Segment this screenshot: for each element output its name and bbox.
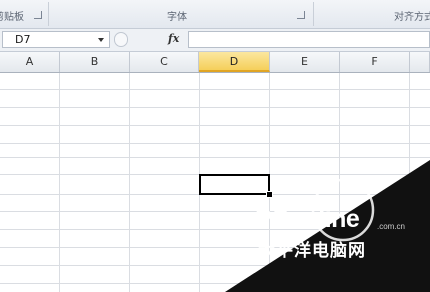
formula-bar-splitter-icon[interactable] bbox=[114, 32, 128, 47]
gridline-horizontal bbox=[0, 247, 430, 248]
ribbon-group-labels: 剪贴板 字体 对齐方式 bbox=[0, 0, 430, 29]
column-header-c[interactable]: C bbox=[130, 52, 199, 72]
gridline-horizontal bbox=[0, 143, 430, 144]
column-header-f[interactable]: F bbox=[340, 52, 410, 72]
gridline-horizontal bbox=[0, 265, 430, 266]
ribbon-group-clipboard-label: 剪贴板 bbox=[0, 12, 24, 23]
column-header-d[interactable]: D bbox=[199, 52, 270, 72]
gridline-horizontal bbox=[0, 157, 430, 158]
column-header-e[interactable]: E bbox=[270, 52, 340, 72]
insert-function-button[interactable]: fx bbox=[168, 32, 179, 45]
ribbon-group-font: 字体 bbox=[49, 0, 313, 28]
gridline-horizontal bbox=[0, 89, 430, 90]
column-header-g[interactable]: G bbox=[410, 52, 430, 72]
formula-input[interactable] bbox=[188, 31, 430, 48]
gridline-vertical bbox=[129, 73, 130, 292]
formula-bar: D7 fx bbox=[0, 29, 430, 52]
worksheet-grid[interactable] bbox=[0, 73, 430, 292]
gridline-horizontal bbox=[0, 283, 430, 284]
active-cell-d7[interactable] bbox=[199, 174, 270, 195]
chevron-down-icon[interactable] bbox=[98, 38, 104, 42]
gridline-horizontal bbox=[0, 107, 430, 108]
name-box-value: D7 bbox=[15, 33, 31, 46]
gridline-vertical bbox=[339, 73, 340, 292]
ribbon-group-alignment: 对齐方式 bbox=[314, 0, 430, 28]
gridline-horizontal bbox=[0, 125, 430, 126]
clipboard-dialog-launcher-icon[interactable] bbox=[34, 11, 42, 19]
gridline-vertical bbox=[59, 73, 60, 292]
ribbon-group-font-label: 字体 bbox=[167, 12, 187, 23]
gridline-horizontal bbox=[0, 229, 430, 230]
name-box[interactable]: D7 bbox=[2, 31, 110, 48]
ribbon-group-alignment-label: 对齐方式 bbox=[394, 12, 430, 23]
font-dialog-launcher-icon[interactable] bbox=[297, 11, 305, 19]
fill-handle[interactable] bbox=[266, 191, 273, 198]
column-header-b[interactable]: B bbox=[60, 52, 130, 72]
gridline-horizontal bbox=[0, 211, 430, 212]
gridline-vertical bbox=[409, 73, 410, 292]
column-header-a[interactable]: A bbox=[0, 52, 60, 72]
column-header-row: A B C D E F G bbox=[0, 52, 430, 73]
ribbon-group-clipboard: 剪贴板 bbox=[0, 0, 50, 28]
